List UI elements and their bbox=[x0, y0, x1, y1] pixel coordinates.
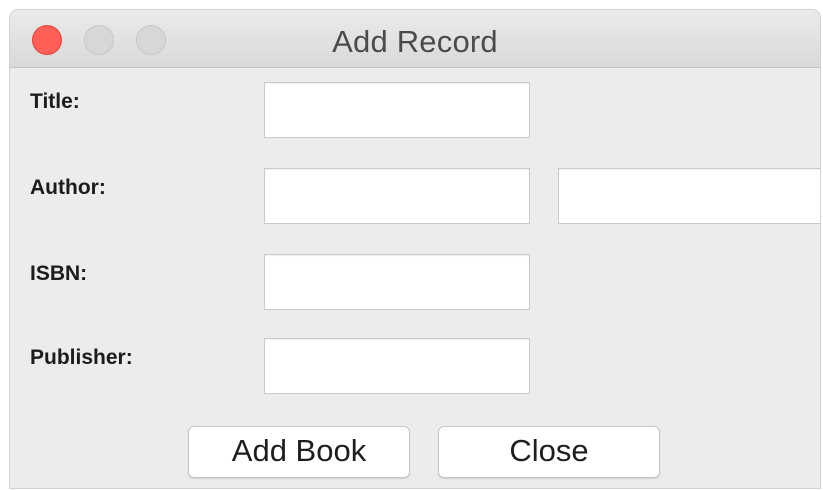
author-second-field[interactable] bbox=[558, 168, 820, 224]
title-label: Title: bbox=[30, 90, 80, 113]
close-button[interactable]: Close bbox=[438, 426, 660, 478]
window-title: Add Record bbox=[332, 24, 498, 59]
author-first-field[interactable] bbox=[264, 168, 530, 224]
title-bar[interactable]: Add Record bbox=[10, 10, 820, 68]
isbn-field[interactable] bbox=[264, 254, 530, 310]
publisher-field[interactable] bbox=[264, 338, 530, 394]
title-field[interactable] bbox=[264, 82, 530, 138]
author-label: Author: bbox=[30, 176, 106, 199]
isbn-label: ISBN: bbox=[30, 262, 88, 285]
add-record-window: Add Record Title: Author: ISBN: Publishe… bbox=[10, 10, 820, 488]
publisher-label: Publisher: bbox=[30, 346, 133, 369]
add-book-button[interactable]: Add Book bbox=[188, 426, 410, 478]
